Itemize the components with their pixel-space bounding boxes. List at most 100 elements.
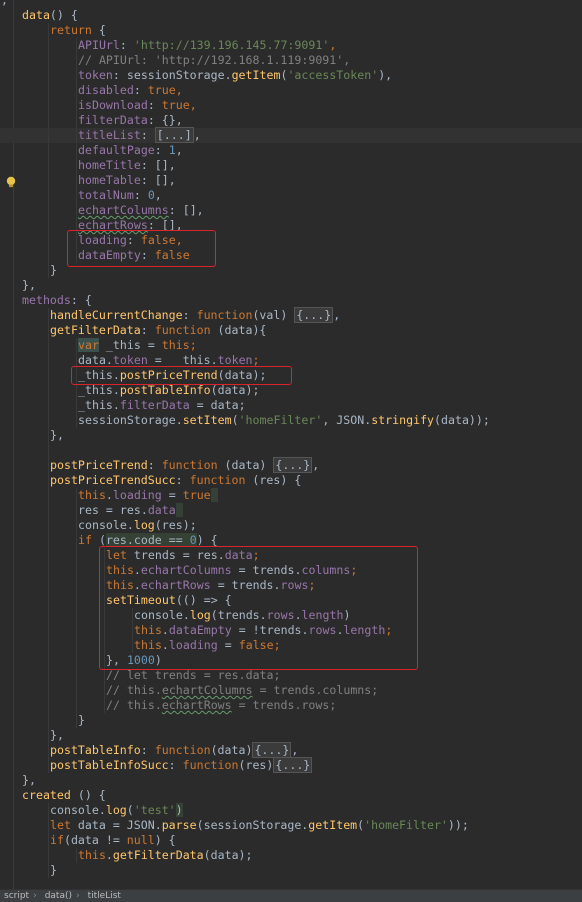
code-line[interactable]: defaultPage: 1,	[0, 143, 582, 158]
code-token: (res)	[238, 758, 274, 772]
code-token: }	[50, 863, 57, 877]
code-line[interactable]: },	[0, 0, 582, 8]
code-line[interactable]: echartColumns: [],	[0, 203, 582, 218]
code-line[interactable]: // this.echartRows = trends.rows;	[0, 698, 582, 713]
folded-region[interactable]: {...}	[294, 307, 334, 323]
code-line[interactable]: },	[0, 773, 582, 788]
code-line[interactable]: let data = JSON.parse(sessionStorage.get…	[0, 818, 582, 833]
code-line[interactable]: postPriceTrend: function (data) {...},	[0, 457, 582, 473]
code-token: rows	[308, 623, 337, 637]
indent-guide	[104, 653, 105, 668]
code-line[interactable]: }	[0, 263, 582, 278]
code-token: echartColumns	[161, 683, 253, 697]
indent-guide	[48, 428, 49, 443]
indent-guide	[76, 608, 77, 623]
folded-region[interactable]: {...}	[252, 742, 292, 758]
code-text: this.getFilterData(data);	[78, 848, 253, 863]
code-line[interactable]: console.log('test')	[0, 803, 582, 818]
code-text: homeTitle: [],	[78, 158, 176, 173]
code-line[interactable]: sessionStorage.setItem('homeFilter', JSO…	[0, 413, 582, 428]
code-line[interactable]: }, 1000)	[0, 653, 582, 668]
code-line[interactable]: this.echartRows = trends.rows;	[0, 578, 582, 593]
code-line[interactable]: filterData: {},	[0, 113, 582, 128]
code-line[interactable]: _this.filterData = data;	[0, 398, 582, 413]
code-line[interactable]: this.dataEmpty = !trends.rows.length;	[0, 623, 582, 638]
indent-guide	[48, 578, 49, 593]
code-line[interactable]: methods: {	[0, 293, 582, 308]
code-text: // let trends = res.data;	[106, 668, 281, 683]
code-line[interactable]: loading: false,	[0, 233, 582, 248]
code-line[interactable]: homeTable: [],	[0, 173, 582, 188]
code-line[interactable]: data.token = _this.token;	[0, 353, 582, 368]
code-token: created	[22, 788, 71, 802]
code-line[interactable]: isDownload: true,	[0, 98, 582, 113]
code-token: methods	[22, 293, 71, 307]
code-line[interactable]: homeTitle: [],	[0, 158, 582, 173]
code-token: ;	[252, 353, 260, 367]
code-line[interactable]: titleList: [...],	[0, 127, 582, 143]
code-line[interactable]: },	[0, 728, 582, 743]
code-line[interactable]: // let trends = res.data;	[0, 668, 582, 683]
code-line[interactable]: }	[0, 713, 582, 728]
code-line[interactable]: let trends = res.data;	[0, 548, 582, 563]
breadcrumb-item-script[interactable]: script	[4, 891, 29, 901]
indent-guide	[76, 188, 77, 203]
code-token: _this.	[78, 368, 120, 382]
code-line[interactable]: var _this = this;	[0, 338, 582, 353]
code-line[interactable]: token: sessionStorage.getItem('accessTok…	[0, 68, 582, 83]
code-line[interactable]: getFilterData: function (data){	[0, 323, 582, 338]
code-text: this.echartColumns = trends.columns;	[106, 563, 357, 578]
code-line[interactable]: this.echartColumns = trends.columns;	[0, 563, 582, 578]
code-line[interactable]: this.getFilterData(data);	[0, 848, 582, 863]
code-line[interactable]: _this.postPriceTrend(data);	[0, 368, 582, 383]
code-token: echartColumns	[140, 563, 232, 577]
code-editor[interactable]: },data() {return {APIUrl: 'http://139.19…	[0, 0, 582, 892]
code-line[interactable]: postTableInfoSucc: function(res) {...}	[0, 757, 582, 773]
code-line[interactable]: data() {	[0, 8, 582, 23]
code-token: isDownload	[78, 98, 148, 112]
code-line[interactable]: totalNum: 0,	[0, 188, 582, 203]
code-token: :	[147, 458, 162, 472]
code-token: disabled	[78, 83, 134, 97]
indent-guide	[48, 623, 49, 638]
indent-guide	[76, 698, 77, 713]
code-line[interactable]: handleCurrentChange: function(val) {...}…	[0, 307, 582, 323]
code-text: echartRows: [],	[78, 218, 183, 233]
code-line[interactable]: _this.postTableInfo(data);	[0, 383, 582, 398]
code-line[interactable]: // this.echartColumns = trends.columns;	[0, 683, 582, 698]
code-line[interactable]: console.log(trends.rows.length)	[0, 608, 582, 623]
code-line[interactable]: postTableInfo: function(data) {...},	[0, 742, 582, 758]
code-line[interactable]: }	[0, 863, 582, 878]
code-line[interactable]: console.log(res);	[0, 518, 582, 533]
code-token: rows	[266, 608, 295, 622]
code-token: (data);	[210, 383, 260, 397]
code-line[interactable]: APIUrl: 'http://139.196.145.77:9091',	[0, 38, 582, 53]
code-line[interactable]: // APIUrl: 'http://192.168.1.119:9091',	[0, 53, 582, 68]
code-line[interactable]: res = res.data	[0, 503, 582, 518]
code-line[interactable]: echartRows: [],	[0, 218, 582, 233]
code-line[interactable]: created () {	[0, 788, 582, 803]
folded-region[interactable]: {...}	[273, 757, 313, 773]
indent-guide	[48, 713, 49, 728]
indent-guide	[76, 143, 77, 158]
code-line[interactable]: if(data != null) {	[0, 833, 582, 848]
breadcrumb-item-titlelist[interactable]: titleList	[88, 891, 121, 901]
code-line[interactable]: if (res.code == 0) {	[0, 533, 582, 548]
code-line[interactable]: postPriceTrendSucc: function (res) {	[0, 473, 582, 488]
folded-region[interactable]: [...]	[154, 127, 194, 143]
code-line[interactable]: },	[0, 278, 582, 293]
code-line[interactable]: },	[0, 428, 582, 443]
code-line[interactable]: this.loading = true	[0, 488, 582, 503]
code-line[interactable]: return {	[0, 23, 582, 38]
code-line[interactable]: setTimeout(() => {	[0, 593, 582, 608]
folded-region[interactable]: {...}	[273, 457, 313, 473]
indent-guide	[76, 533, 77, 548]
code-line[interactable]: disabled: true,	[0, 83, 582, 98]
indent-guide	[48, 98, 49, 113]
breadcrumb-item-data[interactable]: data()	[45, 891, 72, 901]
code-token: ,	[175, 233, 183, 247]
code-line[interactable]	[0, 443, 582, 458]
code-line[interactable]: dataEmpty: false	[0, 248, 582, 263]
indent-guide	[48, 38, 49, 53]
code-line[interactable]: this.loading = false;	[0, 638, 582, 653]
